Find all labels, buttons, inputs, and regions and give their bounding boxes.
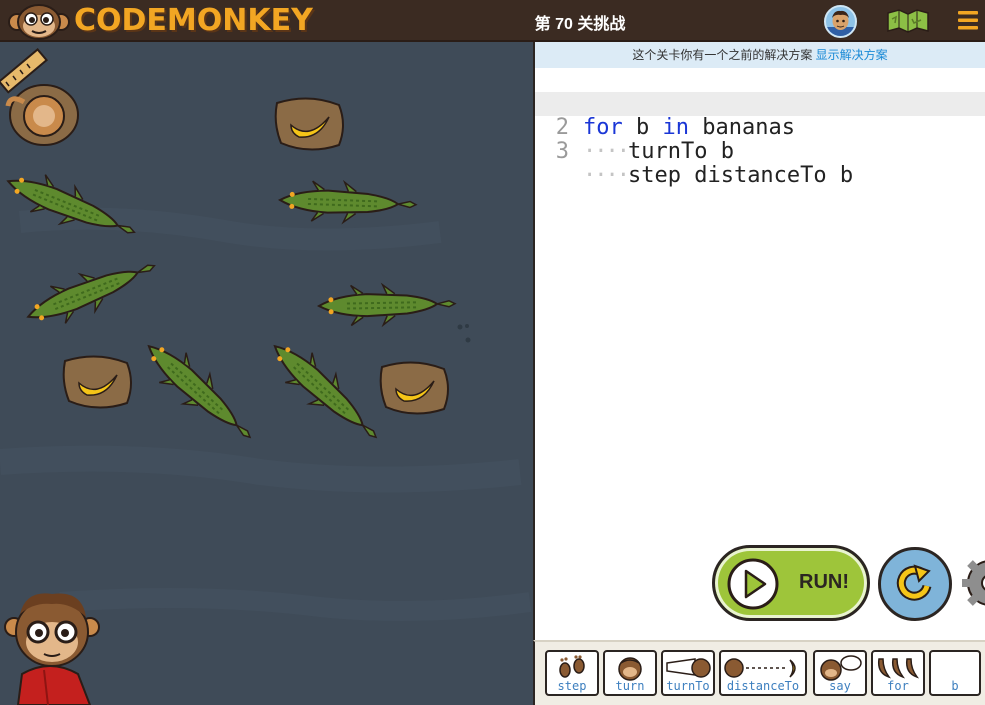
banana-2 [62,355,132,409]
code-area[interactable]: 1 for b in bananas 2 ····turnTo b 3 ····… [535,68,985,188]
level-title: 第 70 关挑战 [534,16,626,33]
command-label: for [887,679,909,693]
turnto-command[interactable]: turnTo [661,650,715,696]
game-stage[interactable] [0,42,533,705]
crocodile-2 [278,178,418,226]
telescope-icon [666,658,711,678]
crocodile-3 [19,246,163,337]
command-label: turn [615,679,645,693]
code-line-3[interactable]: 3 ····step distanceTo b [535,116,985,188]
command-label: say [829,679,851,693]
for-command[interactable]: for [871,650,925,696]
code-line-1[interactable]: 1 for b in bananas [535,68,985,140]
crocodile-6 [260,330,391,454]
reset-button[interactable] [878,547,952,621]
distanceto-command[interactable]: distanceTo [719,650,807,696]
run-button[interactable]: RUN! [712,545,870,621]
b-variable-command[interactable]: b [929,650,981,696]
map-icon[interactable] [886,9,930,33]
codemonkey-app: CODEMONKEY 第 70 关挑战 这个关卡你有一个之前的解决方案 显示解决… [0,0,985,705]
indent-guide: ···· [583,163,630,188]
show-solution-link[interactable]: 显示解决方案 [816,48,888,62]
crocodile-4 [317,282,457,328]
command-label: turnTo [666,679,710,693]
gear-icon[interactable] [960,553,985,613]
crocodile-5 [134,330,265,454]
code-text: step distanceTo b [627,163,854,188]
code-text: turnTo b [627,139,734,164]
avatar-icon[interactable] [824,5,857,38]
command-label: step [557,679,587,693]
line-number: 3 [555,139,569,164]
say-command[interactable]: say [813,650,867,696]
monkey-head-icon [618,657,642,681]
reset-arrow-icon [896,564,932,601]
crocodile-1 [0,161,143,252]
play-icon [727,558,779,610]
notice-text: 这个关卡你有一个之前的解决方案 [632,48,813,62]
command-palette: step turn turnTo distanceTo say for b [533,640,985,705]
previous-solution-notice: 这个关卡你有一个之前的解决方案 显示解决方案 [535,42,985,68]
footprints-icon [559,655,585,678]
logo-text[interactable]: CODEMONKEY [74,3,313,38]
top-bar: CODEMONKEY 第 70 关挑战 [0,0,985,42]
bananas-icon [877,658,920,679]
monkey-character [5,84,79,146]
run-label: RUN! [799,571,849,593]
turn-command[interactable]: turn [603,650,657,696]
distance-icon [724,658,796,678]
line-source[interactable]: ····step distanceTo b [583,164,853,188]
banana-3 [379,361,449,415]
code-line-2[interactable]: 2 ····turnTo b [535,92,985,164]
menu-icon[interactable] [956,8,980,32]
command-label: distanceTo [726,679,800,693]
banana-1 [274,97,344,151]
monkey-logo-icon[interactable] [8,2,70,40]
command-label: b [951,679,959,693]
step-command[interactable]: step [545,650,599,696]
speech-bubble-icon [820,655,862,681]
